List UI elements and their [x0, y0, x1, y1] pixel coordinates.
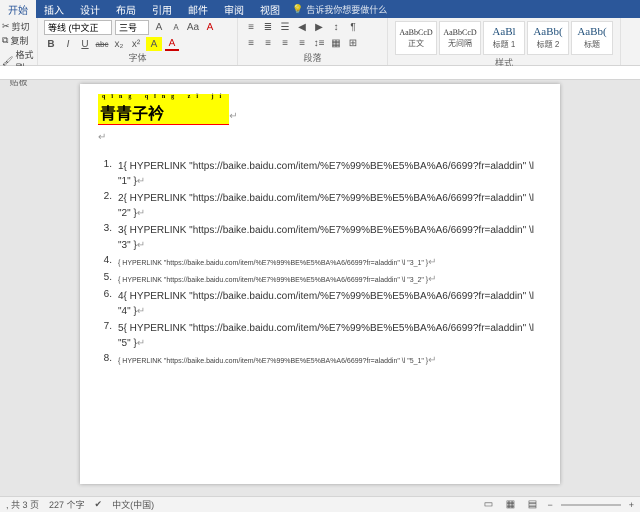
show-marks-button[interactable]: ¶	[346, 20, 360, 34]
align-center-button[interactable]: ≡	[261, 36, 275, 50]
indent-dec-button[interactable]: ◀	[295, 20, 309, 34]
zoom-slider[interactable]	[561, 504, 621, 506]
tab-design[interactable]: 设计	[72, 0, 108, 18]
sort-button[interactable]: ↕	[329, 20, 343, 34]
font-size-combo[interactable]: 三号	[115, 20, 149, 35]
multilevel-button[interactable]: ☰	[278, 20, 292, 34]
list-item: 6.4{ HYPERLINK "https://baike.baidu.com/…	[98, 289, 542, 319]
style-item-3[interactable]: AaBb(标题 2	[527, 21, 569, 55]
list-item: 1.1{ HYPERLINK "https://baike.baidu.com/…	[98, 159, 542, 189]
tab-review[interactable]: 审阅	[216, 0, 252, 18]
align-left-button[interactable]: ≡	[244, 36, 258, 50]
shading-button[interactable]: ▦	[329, 36, 343, 50]
tab-layout[interactable]: 布局	[108, 0, 144, 18]
tab-references[interactable]: 引用	[144, 0, 180, 18]
para-mark-icon: ↵	[229, 111, 237, 122]
print-layout-button[interactable]: ▦	[503, 498, 517, 512]
para-mark-icon: ↵	[98, 132, 106, 143]
bold-button[interactable]: B	[44, 37, 58, 51]
italic-button[interactable]: I	[61, 37, 75, 51]
bullets-button[interactable]: ≡	[244, 20, 258, 34]
document-area[interactable]: qīng qīng zǐ jí 青青子衿 ↵ ↵ 1.1{ HYPERLINK …	[0, 80, 640, 496]
lightbulb-icon: 💡	[292, 4, 303, 15]
ribbon: ✂剪切 ⧉复制 🖌格式刷 贴板 等线 (中文正 三号 A A Aa A B I …	[0, 18, 640, 66]
style-item-2[interactable]: AaBl标题 1	[483, 21, 525, 55]
zoom-in-button[interactable]: +	[629, 500, 634, 510]
copy-button[interactable]: ⧉复制	[2, 34, 35, 47]
ruler[interactable]	[0, 66, 640, 80]
tab-insert[interactable]: 插入	[36, 0, 72, 18]
shrink-font-button[interactable]: A	[169, 21, 183, 35]
underline-button[interactable]: U	[78, 37, 92, 51]
highlight-button[interactable]: A	[146, 37, 162, 51]
tab-mailings[interactable]: 邮件	[180, 0, 216, 18]
list-item: 4.{ HYPERLINK "https://baike.baidu.com/i…	[98, 255, 542, 270]
strike-button[interactable]: abc	[95, 37, 109, 51]
justify-button[interactable]: ≡	[295, 36, 309, 50]
list-item: 8.{ HYPERLINK "https://baike.baidu.com/i…	[98, 353, 542, 368]
list-item: 5.{ HYPERLINK "https://baike.baidu.com/i…	[98, 272, 542, 287]
page: qīng qīng zǐ jí 青青子衿 ↵ ↵ 1.1{ HYPERLINK …	[80, 84, 560, 484]
align-right-button[interactable]: ≡	[278, 36, 292, 50]
web-layout-button[interactable]: ▤	[525, 498, 539, 512]
tellme-search[interactable]: 💡 告诉我你想要做什么	[292, 3, 387, 16]
borders-button[interactable]: ⊞	[346, 36, 360, 50]
tab-home[interactable]: 开始	[0, 0, 36, 18]
line-spacing-button[interactable]: ↕≡	[312, 36, 326, 50]
change-case-button[interactable]: Aa	[186, 21, 200, 35]
page-count[interactable]: , 共 3 页	[6, 498, 39, 511]
numbering-button[interactable]: ≣	[261, 20, 275, 34]
paragraph-group: ≡ ≣ ☰ ◀ ▶ ↕ ¶ ≡ ≡ ≡ ≡ ↕≡ ▦ ⊞ 段落	[238, 18, 388, 65]
doc-title-highlight: qīng qīng zǐ jí 青青子衿	[98, 94, 229, 125]
font-group-label: 字体	[44, 51, 231, 65]
clear-format-button[interactable]: A	[203, 21, 217, 35]
statusbar: , 共 3 页 227 个字 ✔ 中文(中国) ▭ ▦ ▤ − +	[0, 496, 640, 512]
word-count[interactable]: 227 个字	[49, 498, 85, 511]
brush-icon: 🖌	[2, 56, 13, 67]
scissors-icon: ✂	[2, 21, 10, 32]
indent-inc-button[interactable]: ▶	[312, 20, 326, 34]
list-item: 3.3{ HYPERLINK "https://baike.baidu.com/…	[98, 223, 542, 253]
read-mode-button[interactable]: ▭	[481, 498, 495, 512]
font-name-combo[interactable]: 等线 (中文正	[44, 20, 112, 35]
copy-icon: ⧉	[2, 35, 8, 46]
font-color-button[interactable]: A	[165, 37, 179, 51]
titlebar: 开始 插入 设计 布局 引用 邮件 审阅 视图 💡 告诉我你想要做什么	[0, 0, 640, 18]
list-item: 7.5{ HYPERLINK "https://baike.baidu.com/…	[98, 321, 542, 351]
list-item: 2.2{ HYPERLINK "https://baike.baidu.com/…	[98, 191, 542, 221]
style-item-0[interactable]: AaBbCcD正文	[395, 21, 437, 55]
proofing-icon[interactable]: ✔	[95, 499, 103, 510]
clipboard-group: ✂剪切 ⧉复制 🖌格式刷 贴板	[0, 18, 38, 65]
title-text: 青青子衿	[100, 106, 164, 123]
cut-button[interactable]: ✂剪切	[2, 20, 35, 33]
style-item-4[interactable]: AaBb(标题	[571, 21, 613, 55]
numbered-list: 1.1{ HYPERLINK "https://baike.baidu.com/…	[98, 159, 542, 368]
styles-group: AaBbCcD正文AaBbCcD无间隔AaBl标题 1AaBb(标题 2AaBb…	[388, 18, 621, 65]
style-item-1[interactable]: AaBbCcD无间隔	[439, 21, 481, 55]
styles-gallery: AaBbCcD正文AaBbCcD无间隔AaBl标题 1AaBb(标题 2AaBb…	[394, 20, 614, 56]
superscript-button[interactable]: x²	[129, 37, 143, 51]
language-status[interactable]: 中文(中国)	[112, 498, 154, 511]
font-group: 等线 (中文正 三号 A A Aa A B I U abc x₂ x² A A …	[38, 18, 238, 65]
paragraph-group-label: 段落	[244, 51, 381, 65]
grow-font-button[interactable]: A	[152, 21, 166, 35]
zoom-out-button[interactable]: −	[547, 500, 552, 510]
subscript-button[interactable]: x₂	[112, 37, 126, 51]
ruby-text: qīng qīng zǐ jí	[100, 94, 227, 100]
ribbon-tabs: 开始 插入 设计 布局 引用 邮件 审阅 视图	[0, 0, 288, 18]
tab-view[interactable]: 视图	[252, 0, 288, 18]
